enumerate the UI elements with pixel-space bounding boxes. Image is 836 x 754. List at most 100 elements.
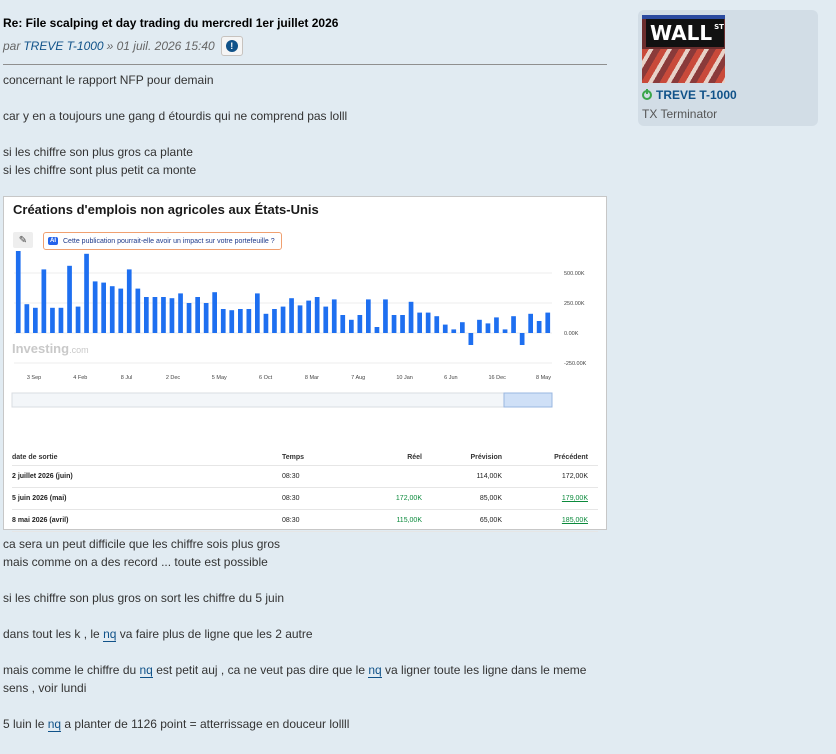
avatar[interactable]: WALL ST [642, 15, 725, 83]
x-tick-label: 16 Dec [488, 375, 506, 381]
chart-bar [144, 297, 149, 333]
cell-forecast: 65,00K [479, 517, 502, 524]
chart-bar [178, 293, 183, 333]
chart-bar [169, 298, 175, 333]
chart-bar [272, 309, 277, 333]
chart-bar [451, 329, 457, 333]
x-tick-label: 6 Oct [259, 375, 273, 381]
chart-bar [203, 303, 209, 333]
cell-forecast: 114,00K [476, 473, 502, 480]
draw-tool-icon[interactable]: ✎ [13, 232, 33, 248]
x-tick-label: 8 May [536, 375, 551, 381]
cell-previous: 172,00K [561, 473, 588, 480]
profile-username[interactable]: TREVE T-1000 [642, 88, 737, 102]
text-segment: 5 luin le [3, 717, 48, 731]
text-line: mais comme le chiffre du nq est petit au… [3, 661, 609, 679]
text-line: mais comme on a des record ... toute est… [3, 555, 268, 569]
keyword-link[interactable]: nq [103, 627, 117, 642]
embedded-screenshot: Créations d'emplois non agricoles aux Ét… [3, 196, 607, 532]
chart-bar [152, 297, 158, 333]
chart-bar [58, 307, 64, 333]
avatar-sign: WALL ST [646, 19, 724, 47]
text-line: car y en a toujours une gang d étourdis … [3, 109, 348, 123]
chart-bar [186, 303, 192, 333]
chart-title: Créations d'emplois non agricoles aux Ét… [13, 202, 319, 217]
x-tick-label: 2 Dec [166, 375, 181, 381]
chart-bar [212, 292, 217, 333]
text-line: si les chiffre sont plus petit ca monte [3, 163, 197, 177]
chart-bar [84, 253, 89, 333]
report-icon: ! [225, 40, 238, 52]
chart-bar [511, 316, 516, 333]
chart-bar [502, 329, 508, 333]
author-link[interactable]: TREVE T-1000 [23, 39, 103, 53]
text-line: si les chiffre son plus gros on sort les… [3, 591, 285, 605]
post-date: » 01 juil. 2026 15:40 [106, 39, 215, 53]
chart-bar [477, 319, 482, 333]
post-title[interactable]: Re: File scalping et day trading du merc… [3, 16, 609, 30]
text-segment: va faire plus de ligne que les 2 autre [116, 627, 313, 641]
text-segment: va ligner toute les ligne dans le meme [381, 663, 587, 677]
cell-time: 08:30 [282, 473, 300, 480]
range-selector-handle[interactable] [503, 392, 553, 408]
post-body: Re: File scalping et day trading du merc… [3, 10, 609, 179]
chart-bar [485, 323, 491, 333]
chart-bar [357, 315, 363, 333]
cell-previous[interactable]: 185,00K [502, 517, 588, 524]
x-tick-label: 10 Jan [396, 375, 413, 381]
chart-bar [67, 265, 72, 333]
text-line: dans tout les k , le nq va faire plus de… [3, 625, 609, 643]
chart-bar [349, 319, 354, 333]
range-navigator[interactable] [11, 392, 553, 408]
post-author-line: par TREVE T-1000 » 01 juil. 2026 15:40 ! [3, 36, 609, 56]
chart-bar [425, 312, 431, 333]
report-button[interactable]: ! [220, 36, 243, 56]
text-segment: dans tout les k , le [3, 627, 104, 641]
post-content-bottom: ca sera un peut difficile que les chiffr… [3, 535, 609, 733]
separator [3, 64, 607, 65]
cell-date: 8 mai 2026 (avril) [12, 517, 69, 524]
chart-bar [528, 313, 533, 333]
chart-bar [468, 333, 474, 345]
user-profile-card: WALL ST TREVE T-1000 TX Terminator [638, 10, 818, 126]
x-tick-label: 7 Aug [351, 375, 365, 381]
chart-bar [391, 315, 397, 333]
chart-bar [434, 316, 440, 333]
col-date-header: date de sortie [12, 453, 58, 461]
online-status-icon [642, 89, 652, 100]
chart-bar [118, 288, 124, 333]
chart-bar [306, 300, 311, 333]
post-content: concernant le rapport NFP pour demain ca… [3, 71, 609, 179]
chart-bar [408, 301, 414, 333]
chart-bar [519, 333, 525, 345]
cell-date: 5 juin 2026 (mai) [12, 495, 67, 502]
chart-bar [323, 306, 329, 333]
chart-bar [366, 299, 371, 333]
chart-bar [15, 251, 21, 333]
col-forecast-header: Prévision [470, 453, 502, 461]
bar-chart: Investing.com 500.00K 250.00K 0.00K -250.00… [11, 251, 587, 408]
keyword-link[interactable]: nq [47, 717, 62, 732]
table-row: 2 juillet 2026 (juin) 08:30 114,00K 172,… [12, 466, 598, 488]
y-tick-label: 500.00K [564, 271, 585, 277]
chart-bar [400, 315, 405, 333]
cell-actual: 115,00K [396, 517, 422, 524]
text-segment: mais comme le chiffre du [3, 663, 140, 677]
text-line: si les chiffre son plus gros ca plante [3, 145, 193, 159]
ai-prompt-text: Cette publication pourrait-elle avoir un… [63, 237, 275, 245]
by-label: par [3, 39, 21, 53]
text-line: concernant le rapport NFP pour demain [3, 73, 214, 87]
text-line: ca sera un peut difficile que les chiffr… [3, 537, 281, 551]
col-previous-header: Précédent [554, 453, 588, 461]
cell-actual: 172,00K [395, 495, 422, 502]
x-tick-label: 8 Mar [305, 375, 319, 381]
cell-previous[interactable]: 179,00K [502, 495, 588, 502]
keyword-link[interactable]: nq [139, 663, 153, 678]
text-segment: a planter de 1126 point = atterrissage e… [61, 717, 350, 731]
col-time-header: Temps [282, 453, 305, 461]
ai-badge: AI [48, 237, 58, 245]
keyword-link[interactable]: nq [368, 663, 382, 678]
forum-post: Re: File scalping et day trading du merc… [0, 0, 836, 754]
chart-bar [75, 306, 81, 333]
username-text[interactable]: TREVE T-1000 [656, 88, 737, 102]
